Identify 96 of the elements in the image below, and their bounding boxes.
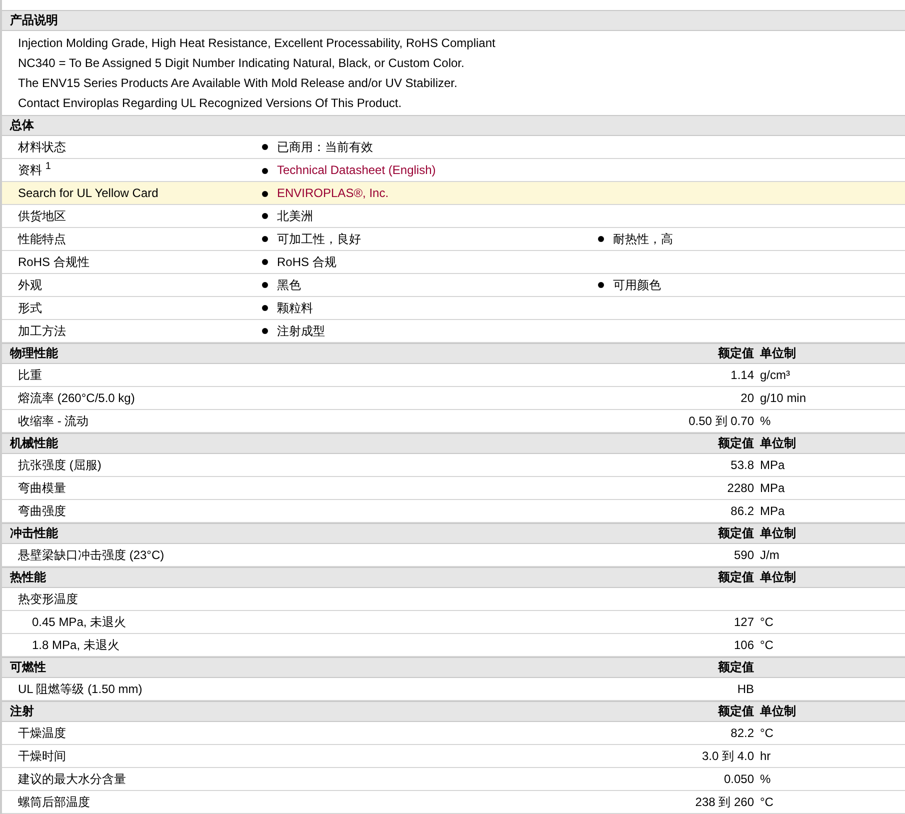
property-name: 收缩率 - 流动 [17, 412, 90, 430]
property-value: 0.50 到 0.70 [688, 412, 755, 430]
property-name: 干燥时间 [17, 748, 67, 764]
property-value: 86.2 [730, 504, 755, 518]
property-name: 0.45 MPa, 未退火 [31, 614, 128, 630]
bullet-icon [598, 236, 604, 242]
property-value: 106 [732, 638, 755, 652]
property-name: 悬壁梁缺口冲击强度 (23°C) [17, 546, 166, 564]
description-line: Injection Molding Grade, High Heat Resistance, Excellent Processability, RoHS Compliant [18, 35, 496, 52]
row-value: RoHS 合规 [277, 254, 336, 268]
column-header: 额定值 [716, 659, 755, 676]
property-unit: hr [760, 749, 772, 763]
property-unit: g/cm³ [760, 368, 791, 382]
property-value: 20 [740, 391, 755, 405]
property-name: 弯曲模量 [17, 480, 67, 496]
row-label: Search for UL Yellow Card [18, 186, 160, 200]
property-unit: °C [760, 795, 774, 809]
bullet-icon [598, 282, 604, 288]
column-header: 单位制 [760, 703, 797, 720]
column-header: 额定值 [716, 569, 755, 586]
link[interactable]: ENVIROPLAS®, Inc. [277, 186, 389, 200]
bullet-icon [262, 168, 268, 174]
property-name: 熔流率 (260°C/5.0 kg) [17, 390, 136, 406]
property-unit: °C [760, 638, 774, 652]
description-line: The ENV15 Series Products Are Available With Mold Release and/or UV Stabilizer. [18, 75, 458, 92]
property-unit: J/m [760, 548, 780, 562]
bullet-icon [262, 236, 268, 242]
row-label: 材料状态 [18, 138, 67, 156]
property-name: 1.8 MPa, 未退火 [31, 636, 120, 654]
column-header: 单位制 [760, 345, 797, 362]
column-header: 单位制 [760, 525, 797, 542]
property-name: 抗张强度 (屈服) [17, 456, 102, 474]
property-value: 2280 [726, 481, 755, 495]
bullet-icon [262, 328, 268, 334]
property-unit: g/10 min [760, 391, 808, 405]
column-header: 额定值 [716, 435, 755, 452]
property-name: 建议的最大水分含量 [17, 770, 127, 788]
row-value: 颗粒料 [277, 300, 313, 314]
section-title: 冲击性能 [9, 525, 59, 542]
bullet-icon [262, 282, 268, 288]
section-title: 总体 [8, 117, 35, 134]
property-value: 238 到 260 [694, 794, 755, 810]
row-label: 形式 [18, 300, 43, 316]
row-label: RoHS 合规性 [18, 254, 90, 270]
property-value: 53.8 [730, 458, 755, 472]
bullet-icon [262, 190, 268, 197]
property-unit: MPa [760, 458, 786, 472]
property-name: 螺筒后部温度 [17, 794, 91, 810]
property-name: 弯曲强度 [17, 502, 67, 520]
bullet-icon [262, 305, 268, 312]
column-header: 单位制 [760, 435, 797, 452]
section-title: 热性能 [8, 569, 47, 586]
property-unit: °C [760, 615, 774, 629]
property-name: UL 阻燃等级 (1.50 mm) [17, 680, 144, 698]
property-value: 82.2 [730, 726, 755, 740]
property-value: 3.0 到 4.0 [700, 748, 755, 764]
property-value: 0.050 [722, 772, 755, 786]
bullet-icon [262, 144, 268, 150]
row-label: 加工方法 [18, 322, 67, 340]
property-value: 1.14 [730, 368, 755, 382]
row-value: 耐热性，高 [613, 232, 673, 246]
property-name: 热变形温度 [17, 590, 79, 608]
section-title: 物理性能 [8, 345, 59, 362]
property-name: 干燥温度 [17, 724, 67, 742]
link[interactable]: Technical Datasheet (English) [277, 163, 436, 177]
column-header: 额定值 [716, 703, 755, 720]
row-label: 外观 [18, 276, 43, 294]
section-title: 注射 [9, 703, 35, 720]
column-header: 额定值 [716, 525, 755, 542]
property-unit: % [760, 772, 772, 786]
row-label: 供货地区 [18, 208, 67, 224]
bullet-icon [262, 259, 268, 266]
description-line: Contact Enviroplas Regarding UL Recognized Versions Of This Product. [18, 95, 403, 112]
property-name: 比重 [17, 366, 43, 384]
section-title: 产品说明 [9, 12, 59, 29]
property-unit: % [760, 414, 772, 428]
property-value: HB [736, 682, 755, 696]
row-label: 资料 $^{1}$ [18, 161, 52, 179]
bullet-icon [262, 213, 268, 220]
description-line: NC340 = To Be Assigned 5 Digit Number Indicating Natural, Black, or Custom Color. [18, 55, 466, 72]
row-value: 可加工性，良好 [277, 232, 361, 246]
property-value: 590 [732, 548, 755, 562]
column-header: 额定值 [716, 345, 755, 362]
row-value: 注射成型 [277, 324, 325, 338]
property-unit: MPa [760, 504, 786, 518]
row-value: 北美洲 [277, 208, 313, 222]
row-value: 可用颜色 [613, 278, 661, 292]
column-header: 单位制 [760, 569, 797, 586]
property-unit: MPa [760, 481, 786, 495]
property-value: 127 [732, 615, 755, 629]
property-unit: °C [760, 726, 774, 740]
section-title: 机械性能 [8, 435, 59, 452]
section-title: 可燃性 [9, 659, 47, 676]
row-value: 已商用：当前有效 [277, 140, 373, 154]
row-label: 性能特点 [18, 230, 67, 248]
row-value: 黑色 [277, 278, 301, 292]
